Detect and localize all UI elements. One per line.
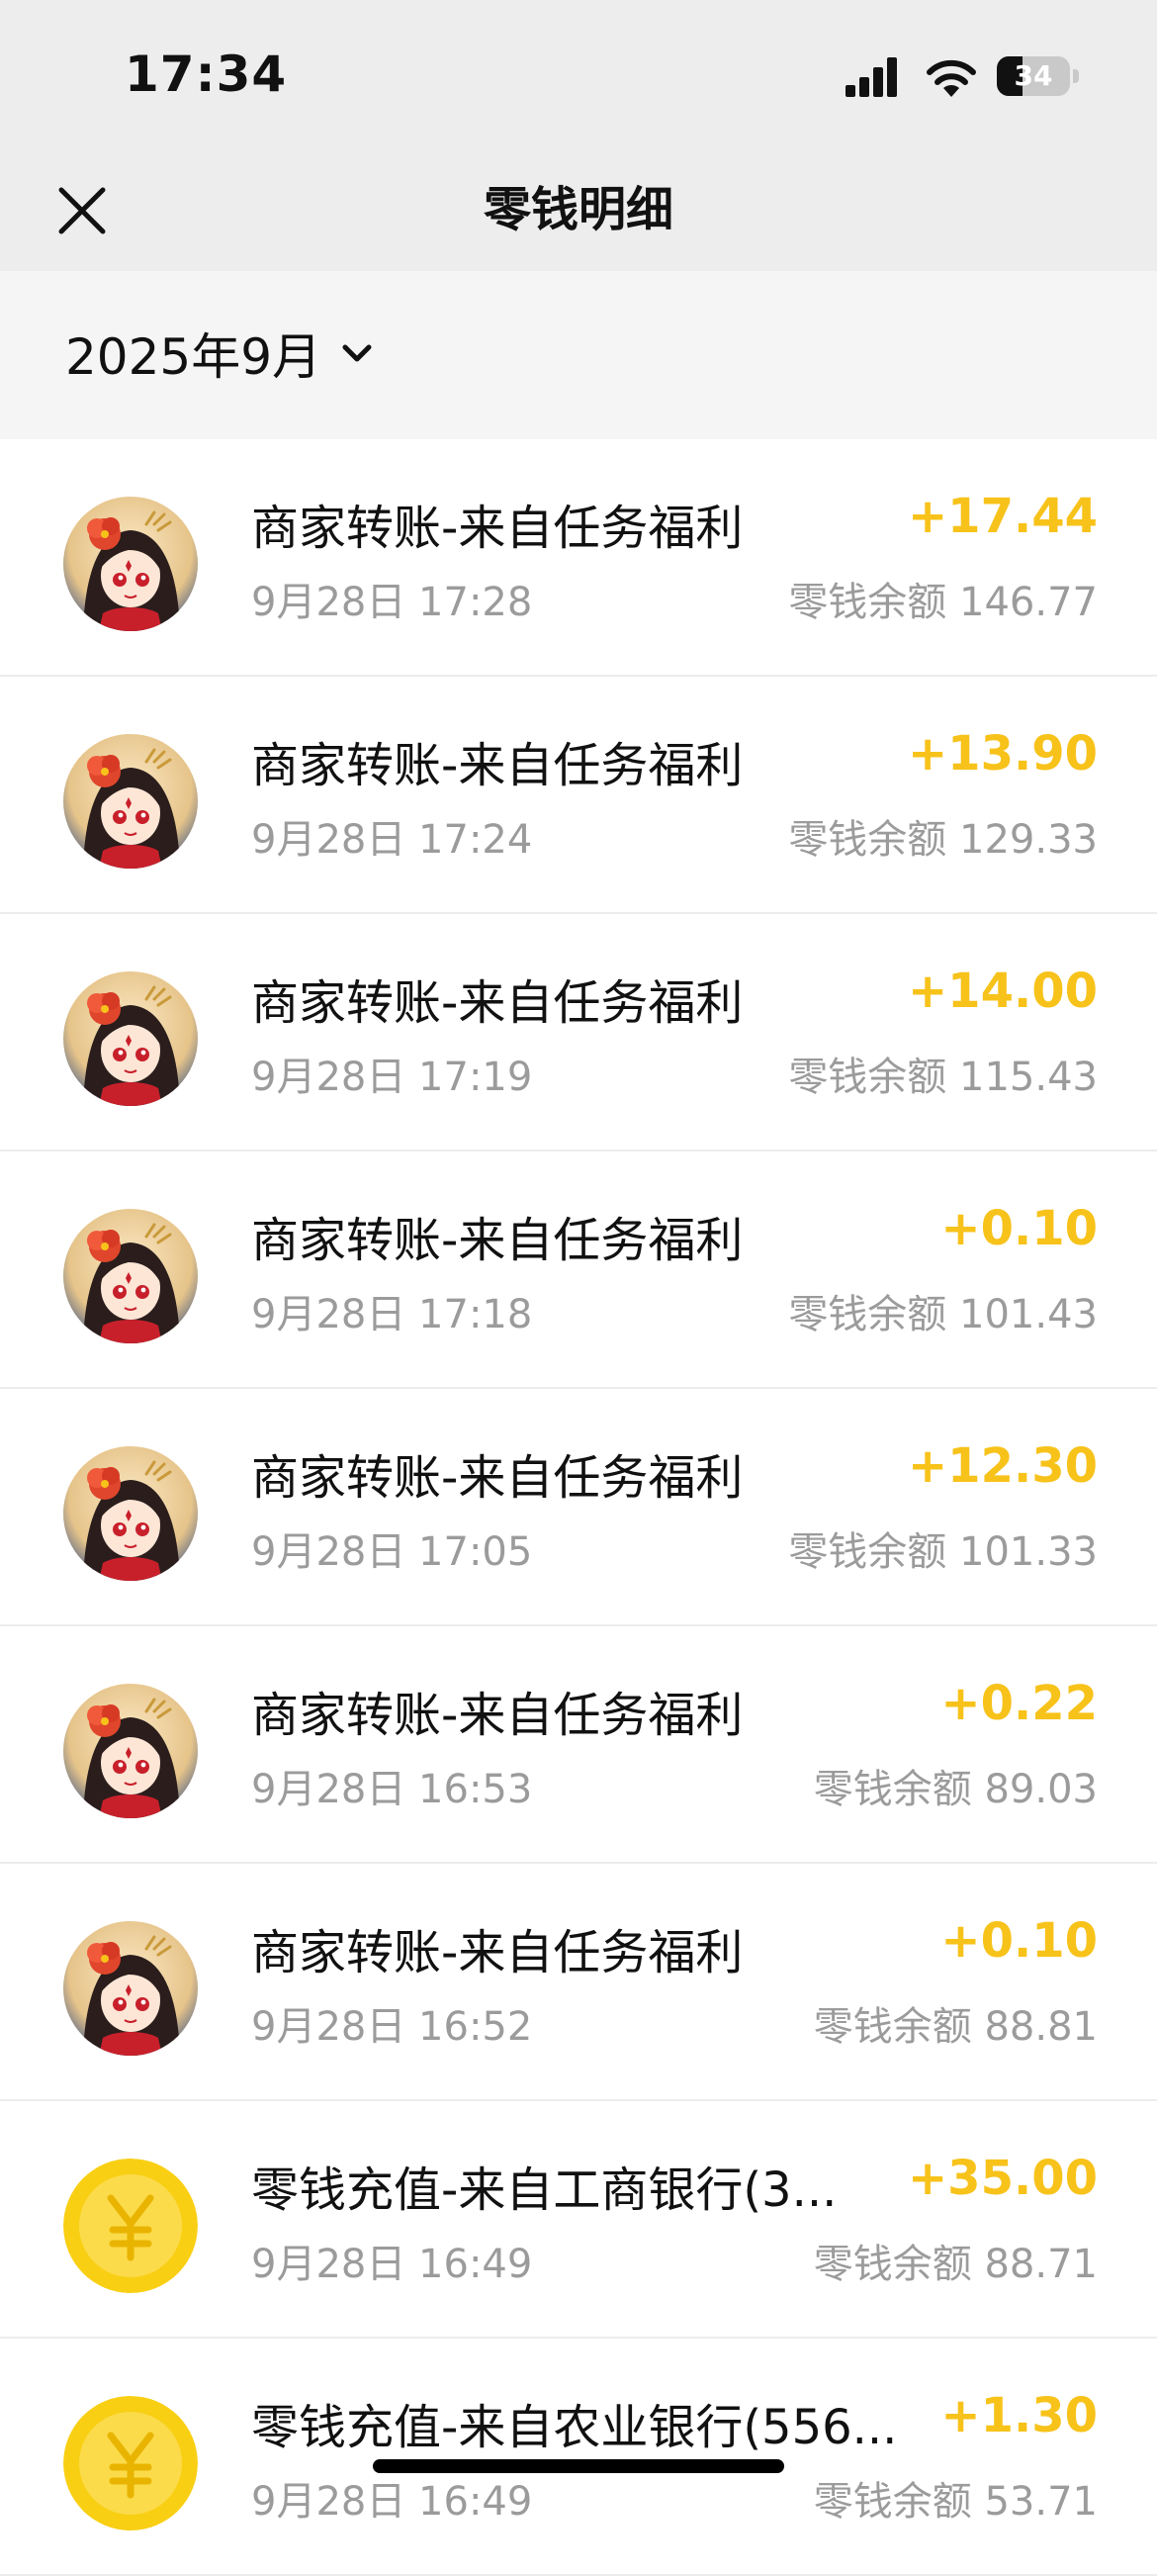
character-avatar xyxy=(63,734,198,869)
transaction-time: 9月28日 16:52 xyxy=(251,2004,533,2050)
transaction-row[interactable]: 零钱充值-来自农业银行(556... 9月28日 16:49 +1.30 零钱余… xyxy=(0,2339,1157,2576)
transaction-balance: 零钱余额 146.77 xyxy=(788,580,1098,625)
transaction-balance: 零钱余额 89.03 xyxy=(813,1767,1098,1812)
transaction-amount: +1.30 xyxy=(940,2388,1098,2443)
transaction-amount: +0.10 xyxy=(940,1201,1098,1256)
transaction-row[interactable]: 商家转账-来自任务福利 9月28日 17:05 +12.30 零钱余额 101.… xyxy=(0,1389,1157,1626)
character-avatar xyxy=(63,1921,198,2056)
transaction-row[interactable]: 零钱充值-来自工商银行(3... 9月28日 16:49 +35.00 零钱余额… xyxy=(0,2101,1157,2339)
chevron-down-icon xyxy=(342,344,372,362)
close-icon xyxy=(58,187,106,234)
transaction-balance: 零钱余额 129.33 xyxy=(788,817,1098,863)
character-avatar xyxy=(63,497,198,631)
page-title: 零钱明细 xyxy=(483,182,673,237)
month-picker[interactable]: 2025年9月 xyxy=(65,319,377,388)
close-button[interactable] xyxy=(49,178,115,243)
transaction-amount: +14.00 xyxy=(907,964,1098,1019)
month-filter-bar: 2025年9月 xyxy=(0,271,1157,439)
transaction-list: 商家转账-来自任务福利 9月28日 17:28 +17.44 零钱余额 146.… xyxy=(0,439,1157,2576)
transaction-row[interactable]: 商家转账-来自任务福利 9月28日 17:18 +0.10 零钱余额 101.4… xyxy=(0,1151,1157,1389)
transaction-title: 商家转账-来自任务福利 xyxy=(251,975,744,1031)
character-avatar xyxy=(63,1684,198,1818)
transaction-row[interactable]: 商家转账-来自任务福利 9月28日 16:53 +0.22 零钱余额 89.03 xyxy=(0,1626,1157,1864)
character-avatar xyxy=(63,971,198,1106)
transaction-amount: +0.10 xyxy=(940,1913,1098,1969)
transaction-time: 9月28日 16:49 xyxy=(251,2242,533,2287)
battery-icon: 34 xyxy=(997,56,1080,96)
character-avatar xyxy=(63,1209,198,1343)
transaction-time: 9月28日 17:28 xyxy=(251,580,533,625)
transaction-time: 9月28日 17:05 xyxy=(251,1529,533,1575)
transaction-amount: +13.90 xyxy=(907,726,1098,782)
transaction-time: 9月28日 16:53 xyxy=(251,1767,533,1812)
transaction-time: 9月28日 17:24 xyxy=(251,817,533,863)
home-indicator xyxy=(373,2459,784,2473)
month-label: 2025年9月 xyxy=(65,328,322,386)
transaction-balance: 零钱余额 115.43 xyxy=(788,1055,1098,1100)
transaction-balance: 零钱余额 53.71 xyxy=(813,2479,1098,2525)
nav-bar: 零钱明细 xyxy=(0,148,1157,271)
transaction-balance: 零钱余额 88.81 xyxy=(813,2004,1098,2050)
status-bar: 17:34 34 xyxy=(0,0,1157,148)
transaction-amount: +17.44 xyxy=(907,489,1098,544)
transaction-title: 商家转账-来自任务福利 xyxy=(251,738,744,793)
transaction-row[interactable]: 商家转账-来自任务福利 9月28日 16:52 +0.10 零钱余额 88.81 xyxy=(0,1864,1157,2101)
transaction-title: 零钱充值-来自农业银行(556... xyxy=(251,2400,898,2455)
transaction-title: 商家转账-来自任务福利 xyxy=(251,1213,744,1268)
transaction-row[interactable]: 商家转账-来自任务福利 9月28日 17:28 +17.44 零钱余额 146.… xyxy=(0,439,1157,677)
transaction-title: 零钱充值-来自工商银行(3... xyxy=(251,2162,838,2218)
transaction-row[interactable]: 商家转账-来自任务福利 9月28日 17:19 +14.00 零钱余额 115.… xyxy=(0,914,1157,1151)
transaction-time: 9月28日 17:19 xyxy=(251,1055,533,1100)
battery-level: 34 xyxy=(1014,59,1053,92)
character-avatar xyxy=(63,1446,198,1581)
signal-icon xyxy=(844,55,903,99)
transaction-balance: 零钱余额 101.43 xyxy=(788,1292,1098,1337)
transaction-time: 9月28日 17:18 xyxy=(251,1292,533,1337)
yuan-coin-icon xyxy=(63,2159,198,2293)
yuan-coin-icon xyxy=(63,2396,198,2530)
transaction-balance: 零钱余额 101.33 xyxy=(788,1529,1098,1575)
transaction-amount: +12.30 xyxy=(907,1438,1098,1494)
transaction-amount: +35.00 xyxy=(907,2151,1098,2206)
transaction-amount: +0.22 xyxy=(940,1676,1098,1731)
transaction-row[interactable]: 商家转账-来自任务福利 9月28日 17:24 +13.90 零钱余额 129.… xyxy=(0,677,1157,914)
status-time: 17:34 xyxy=(125,46,288,103)
transaction-title: 商家转账-来自任务福利 xyxy=(251,1925,744,1980)
transaction-time: 9月28日 16:49 xyxy=(251,2479,533,2525)
transaction-balance: 零钱余额 88.71 xyxy=(813,2242,1098,2287)
wifi-icon xyxy=(925,55,978,99)
transaction-title: 商家转账-来自任务福利 xyxy=(251,1450,744,1506)
transaction-title: 商家转账-来自任务福利 xyxy=(251,1688,744,1743)
transaction-title: 商家转账-来自任务福利 xyxy=(251,501,744,556)
